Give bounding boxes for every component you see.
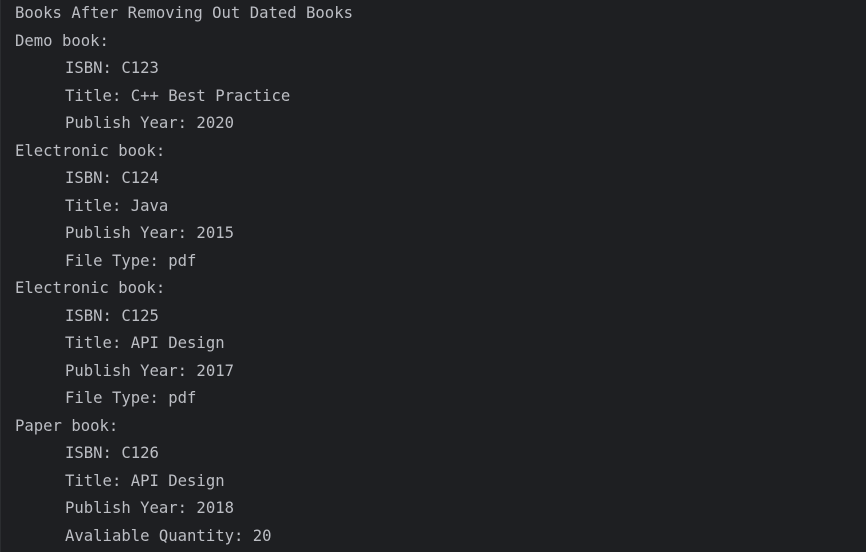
console-heading-line: Demo book: <box>15 31 109 50</box>
console-detail-line: ISBN: C123 <box>65 59 159 77</box>
console-detail-line: Publish Year: 2017 <box>65 361 234 380</box>
console-heading-line: Electronic book: <box>15 279 166 297</box>
console-detail-line: Publish Year: 2020 <box>65 114 234 132</box>
console-heading-line: Paper book: <box>15 416 119 435</box>
console-detail-line: ISBN: C125 <box>65 306 159 325</box>
console-detail-line: File Type: pdf <box>65 251 197 270</box>
console-heading-line: Electronic book: <box>15 141 166 160</box>
console-detail-line: Publish Year: 2015 <box>65 224 234 242</box>
console-output-text[interactable]: Books After Removing Out Dated Books Demo… <box>15 0 353 550</box>
console-detail-line: Title: API Design <box>65 471 225 490</box>
console-detail-line: ISBN: C124 <box>65 169 159 187</box>
console-detail-line: Title: C++ Best Practice <box>65 86 291 105</box>
console-detail-line: Title: API Design <box>65 334 225 352</box>
console-detail-line: ISBN: C126 <box>65 444 159 462</box>
console-detail-line: File Type: pdf <box>65 389 197 407</box>
console-output-panel[interactable]: Books After Removing Out Dated Books Demo… <box>0 0 866 552</box>
console-detail-line: Publish Year: 2018 <box>65 499 234 517</box>
console-detail-line: Avaliable Quantity: 20 <box>65 526 272 545</box>
console-detail-line: Title: Java <box>65 196 169 215</box>
console-heading-line: Books After Removing Out Dated Books <box>15 4 353 22</box>
